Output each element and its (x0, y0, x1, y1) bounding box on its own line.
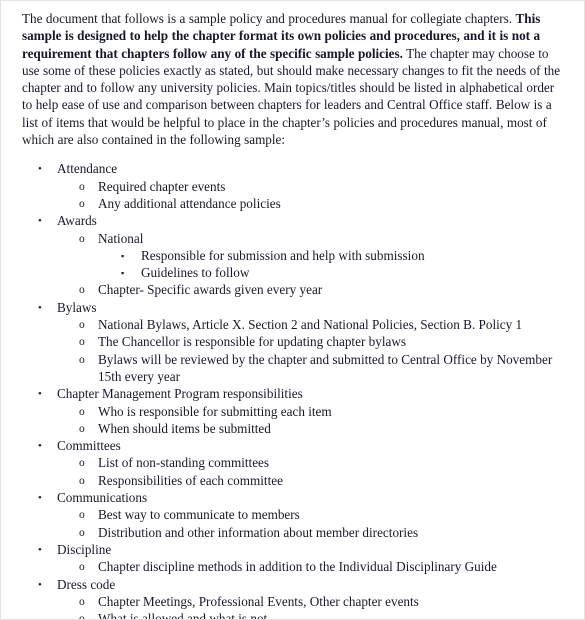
bullet-circle-icon: o (79, 474, 85, 487)
bullet-disc-icon: • (38, 492, 42, 505)
bullet-circle-icon: o (79, 561, 85, 574)
outline-item-level3: ▪ Guidelines to follow (22, 264, 567, 281)
outline-item-text: The Chancellor is responsible for updati… (98, 334, 406, 350)
outline-item-text: National Bylaws, Article X. Section 2 an… (98, 317, 523, 333)
outline-item-text: Guidelines to follow (141, 265, 250, 281)
outline-item-level2: o The Chancellor is responsible for updat… (22, 333, 567, 350)
outline-item-text: Attendance (57, 161, 118, 177)
outline-item-level2: o When should items be submitted (22, 420, 567, 437)
outline-item-level2: o National (22, 230, 567, 247)
outline-item-text: List of non-standing committees (98, 455, 270, 471)
outline-item-text: Any additional attendance policies (98, 195, 281, 211)
outline-item-level2: o What is allowed and what is not (22, 610, 567, 620)
bullet-disc-icon: • (38, 163, 42, 176)
bullet-circle-icon: o (79, 613, 85, 620)
outline-item-level1: • Attendance (22, 160, 567, 177)
outline-item-text: Committees (57, 438, 121, 454)
outline-item-level2: o Bylaws will be reviewed by the chapter … (22, 351, 567, 386)
outline-item-text: Discipline (57, 541, 112, 557)
bullet-circle-icon: o (79, 595, 85, 608)
intro-paragraph: The document that follows is a sample po… (22, 10, 567, 148)
outline-item-text: What is allowed and what is not (98, 611, 268, 620)
outline-item-text: Communications (57, 490, 148, 506)
bullet-circle-icon: o (79, 353, 85, 366)
bullet-disc-icon: • (38, 543, 42, 556)
outline-item-level1: • Awards (22, 212, 567, 229)
outline-item-level1: • Discipline (22, 541, 567, 558)
outline-item-level1: • Chapter Management Program responsibili… (22, 385, 567, 402)
outline-item-text: Chapter- Specific awards given every yea… (98, 282, 323, 298)
document-body: The document that follows is a sample po… (22, 10, 567, 620)
bullet-disc-icon: • (38, 440, 42, 453)
outline-item-text: Chapter discipline methods in addition t… (98, 559, 497, 575)
bullet-circle-icon: o (79, 405, 85, 418)
bullet-circle-icon: o (79, 457, 85, 470)
outline-item-level1: • Committees (22, 437, 567, 454)
outline-item-level2: o Best way to communicate to members (22, 506, 567, 523)
intro-text-part1: The document that follows is a sample po… (22, 11, 516, 26)
outline-item-level2: o List of non-standing committees (22, 454, 567, 471)
outline-item-text: Responsible for submission and help with… (141, 247, 425, 263)
outline-item-text: Required chapter events (98, 178, 226, 194)
document-page: The document that follows is a sample po… (0, 0, 585, 620)
outline-item-text: Best way to communicate to members (98, 507, 300, 523)
outline-item-text: Bylaws will be reviewed by the chapter a… (98, 351, 553, 384)
outline-item-level2: o Who is responsible for submitting each … (22, 403, 567, 420)
bullet-disc-icon: • (38, 388, 42, 401)
bullet-disc-icon: • (38, 578, 42, 591)
outline-item-level1: • Communications (22, 489, 567, 506)
outline-item-level2: o Distribution and other information abo… (22, 524, 567, 541)
outline-item-text: Responsibilities of each committee (98, 472, 283, 488)
outline-item-text: Chapter Meetings, Professional Events, O… (98, 593, 419, 609)
outline-item-text: Who is responsible for submitting each i… (98, 403, 332, 419)
outline-item-text: Dress code (57, 576, 116, 592)
bullet-circle-icon: o (79, 284, 85, 297)
bullet-circle-icon: o (79, 232, 85, 245)
outline-item-level2: o Chapter discipline methods in addition … (22, 558, 567, 575)
outline-item-level2: o National Bylaws, Article X. Section 2 a… (22, 316, 567, 333)
bullet-circle-icon: o (79, 319, 85, 332)
bullet-circle-icon: o (79, 180, 85, 193)
bullet-disc-icon: • (38, 215, 42, 228)
outline-item-text: National (98, 230, 144, 246)
bullet-circle-icon: o (79, 336, 85, 349)
outline-item-level2: o Responsibilities of each committee (22, 472, 567, 489)
bullet-circle-icon: o (79, 422, 85, 435)
outline-item-level2: o Chapter- Specific awards given every ye… (22, 281, 567, 298)
outline-item-level2: o Chapter Meetings, Professional Events, … (22, 593, 567, 610)
outline-item-level2: o Required chapter events (22, 178, 567, 195)
bullet-circle-icon: o (79, 197, 85, 210)
bullet-circle-icon: o (79, 526, 85, 539)
policy-outline-list: • Attendance o Required chapter events o Any … (22, 160, 567, 620)
outline-item-level2: o Any additional attendance policies (22, 195, 567, 212)
outline-item-text: Bylaws (57, 299, 97, 315)
bullet-disc-icon: • (38, 301, 42, 314)
outline-item-text: Chapter Management Program responsibilit… (57, 386, 303, 402)
outline-item-level3: ▪ Responsible for submission and help wit… (22, 247, 567, 264)
outline-item-text: Awards (57, 213, 97, 229)
bullet-circle-icon: o (79, 509, 85, 522)
outline-item-text: Distribution and other information about… (98, 524, 419, 540)
outline-item-level1: • Dress code (22, 576, 567, 593)
outline-item-text: When should items be submitted (98, 420, 271, 436)
outline-item-level1: • Bylaws (22, 299, 567, 316)
